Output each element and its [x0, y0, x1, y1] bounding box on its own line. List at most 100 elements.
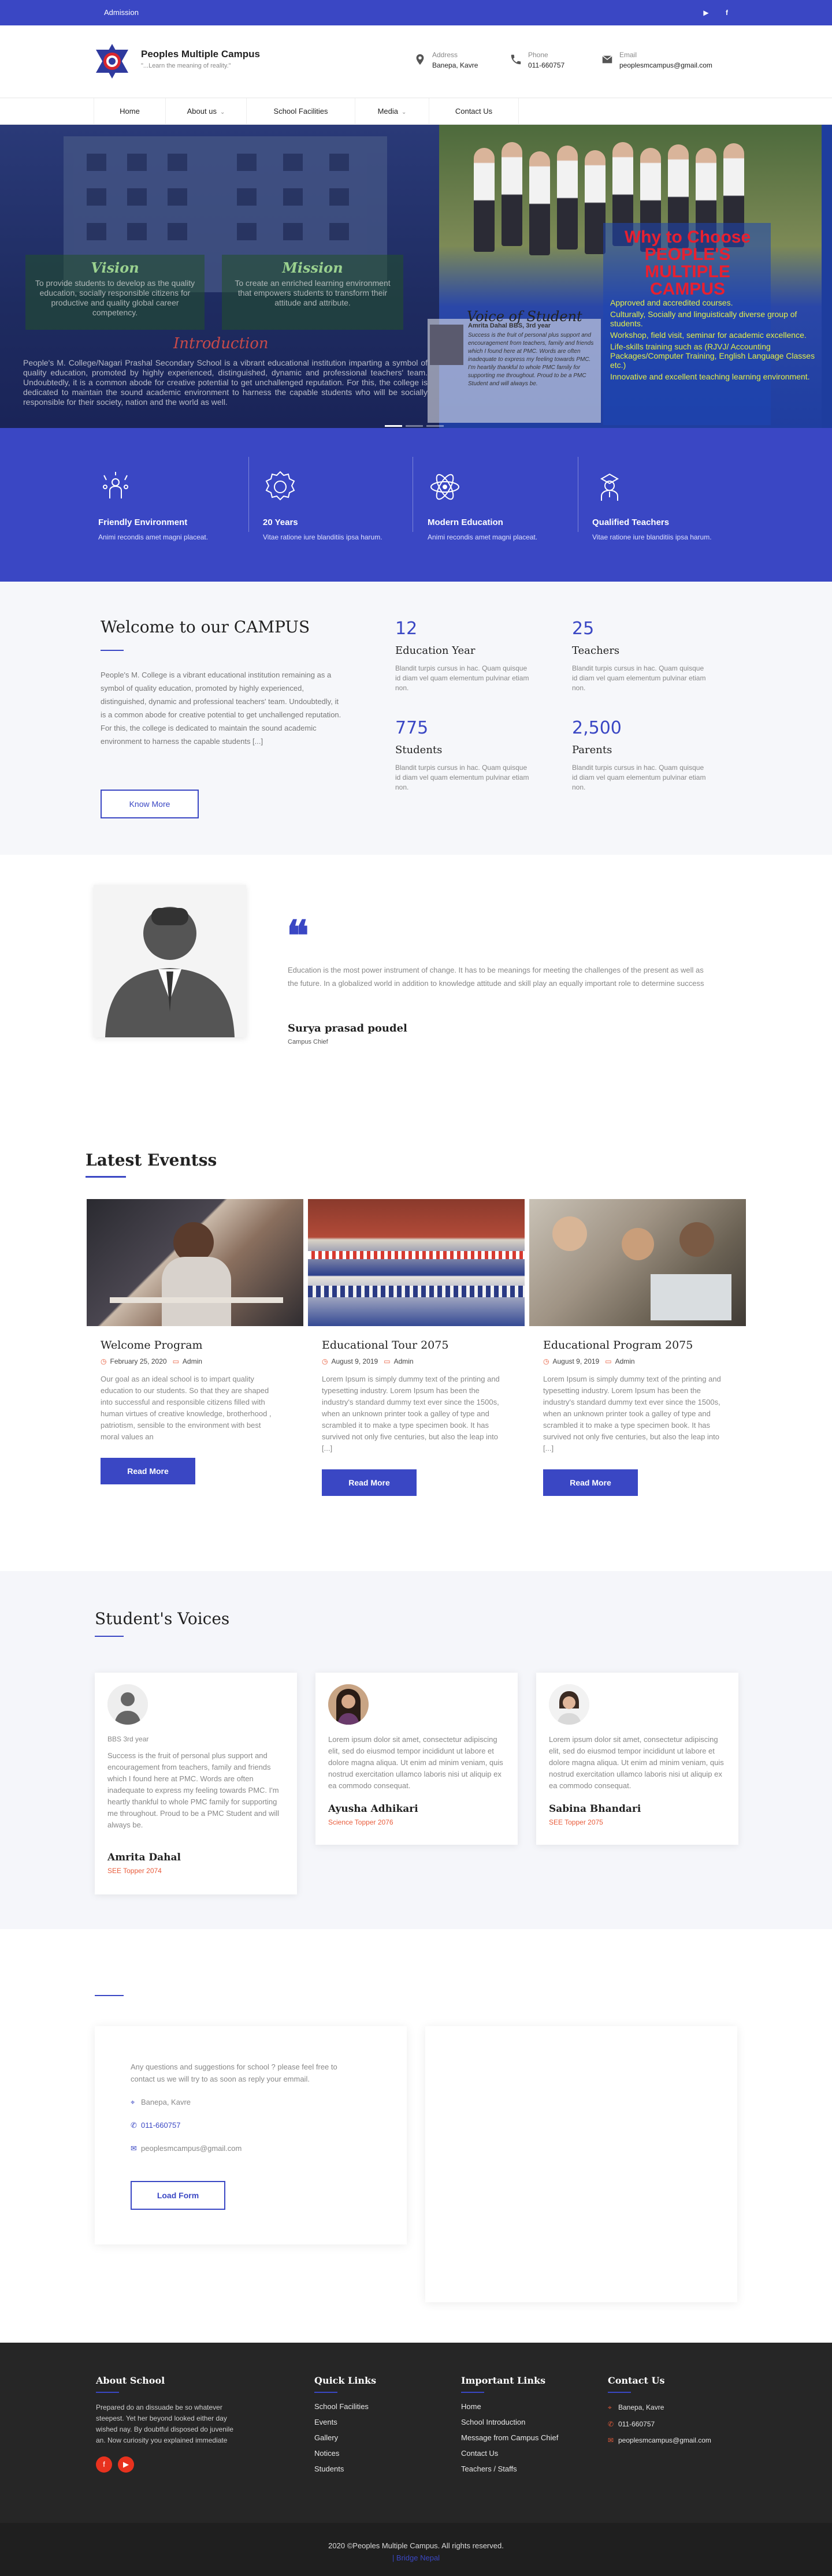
email-value[interactable]: peoplesmcampus@gmail.com: [619, 61, 712, 69]
campus-logo[interactable]: [94, 43, 131, 80]
hero-slider[interactable]: Vision To provide students to develop as…: [0, 125, 832, 428]
nav-item-contact-us[interactable]: Contact Us: [429, 98, 519, 125]
site-name: Peoples Multiple Campus: [141, 49, 260, 59]
student-subtitle: BBS 3rd year: [107, 1735, 149, 1743]
slider-dot[interactable]: [406, 425, 423, 427]
event-title[interactable]: Welcome Program: [101, 1339, 303, 1352]
why-choose-item: Approved and accredited courses.: [610, 298, 733, 307]
title-underline: [461, 2392, 484, 2393]
quote-author-name: Surya prasad poudel: [288, 1022, 407, 1034]
stat-education-year: 12 Education Year Blandit turpis cursus …: [395, 619, 545, 693]
event-meta: ◷ August 9, 2019 ▭ Admin: [543, 1357, 746, 1365]
footer-link[interactable]: School Introduction: [461, 2418, 558, 2426]
stat-label: Teachers: [572, 645, 620, 657]
youtube-icon[interactable]: ▶: [118, 2456, 134, 2473]
student-voices-section: Student's Voices BBS 3rd year Success is…: [0, 1571, 832, 1929]
footer-link[interactable]: Notices: [314, 2449, 376, 2458]
footer-link[interactable]: Events: [314, 2418, 376, 2426]
title-underline: [95, 1995, 124, 1996]
event-card: Welcome Program ◷ February 25, 2020 ▭ Admi…: [87, 1199, 303, 1484]
youtube-icon[interactable]: ▶: [700, 7, 712, 18]
event-author: Admin: [615, 1357, 635, 1365]
atom-icon: [430, 474, 459, 500]
event-meta: ◷ February 25, 2020 ▭ Admin: [101, 1357, 303, 1365]
footer-address: Banepa, Kavre: [618, 2403, 664, 2411]
vision-panel: Vision To provide students to develop as…: [25, 255, 205, 330]
voice-card: Lorem ipsum dolor sit amet, consectetur …: [536, 1673, 738, 1845]
nav-item-home[interactable]: Home: [94, 98, 165, 125]
student-photo: [430, 325, 463, 365]
phone-icon: [511, 54, 521, 65]
nav-item-about-us[interactable]: About us ⌄: [165, 98, 246, 125]
teacher-icon: [600, 473, 619, 501]
know-more-button[interactable]: Know More: [101, 790, 199, 818]
contact-address: Banepa, Kavre: [141, 2098, 191, 2106]
footer-contact: Contact Us ⌖ Banepa, Kavre ✆ 011-660757 ✉ p…: [608, 2375, 711, 2444]
voice-of-student-title: Voice of Student: [467, 308, 582, 325]
slider-dot[interactable]: [385, 425, 402, 427]
envelope-icon: ✉: [608, 2436, 614, 2444]
stat-teachers: 25 Teachers Blandit turpis cursus in hac…: [572, 619, 722, 693]
feature-qualified-teachers: Qualified Teachers Vitae ratione iure bl…: [592, 470, 725, 541]
vision-title: Vision: [91, 259, 139, 276]
stat-number: 2,500: [572, 718, 622, 738]
welcome-text: People's M. College is a vibrant educati…: [101, 671, 341, 746]
facebook-icon[interactable]: f: [721, 7, 733, 18]
voice-card: BBS 3rd year Success is the fruit of per…: [95, 1673, 297, 1894]
read-more-button[interactable]: Read More: [543, 1469, 638, 1496]
nav-item-media[interactable]: Media ⌄: [355, 98, 429, 125]
map-placeholder[interactable]: [425, 2026, 737, 2302]
event-image[interactable]: [529, 1199, 746, 1326]
stat-parents: 2,500 Parents Blandit turpis cursus in h…: [572, 718, 722, 792]
hero-slide-intro: Vision To provide students to develop as…: [0, 125, 439, 428]
feature-desc: Animi recondis amet magni placeat.: [98, 533, 209, 541]
footer-link[interactable]: School Facilities: [314, 2402, 376, 2411]
contact-email-row[interactable]: ✉ peoplesmcampus@gmail.com: [131, 2144, 242, 2153]
student-name: Sabina Bhandari: [549, 1803, 641, 1815]
student-testimonial: Success is the fruit of personal plus su…: [107, 1751, 280, 1829]
event-image[interactable]: [308, 1199, 525, 1326]
student-name: Ayusha Adhikari: [328, 1803, 418, 1815]
site-footer: About School Prepared do an dissuade be …: [0, 2343, 832, 2523]
nav-item-school-facilities[interactable]: School Facilities: [246, 98, 355, 125]
slider-dots[interactable]: [385, 419, 447, 428]
footer-link[interactable]: Teachers / Staffs: [461, 2465, 558, 2473]
footer-link[interactable]: Gallery: [314, 2433, 376, 2442]
event-title[interactable]: Educational Tour 2075: [322, 1339, 525, 1352]
location-pin-icon: ⌖: [131, 2098, 135, 2106]
nav-label: Home: [120, 107, 140, 116]
footer-quick-title: Quick Links: [314, 2375, 377, 2386]
footer-link[interactable]: Home: [461, 2402, 558, 2411]
footer-email-row[interactable]: ✉ peoplesmcampus@gmail.com: [608, 2436, 711, 2444]
mission-text: To create an enriched learning environme…: [235, 278, 391, 307]
why-choose-item: Workshop, field visit, seminar for acade…: [610, 330, 807, 340]
read-more-button[interactable]: Read More: [101, 1458, 195, 1484]
slider-dot[interactable]: [426, 425, 444, 427]
contact-phone-row[interactable]: ✆ 011-660757: [131, 2121, 180, 2130]
footer-link[interactable]: Students: [314, 2465, 376, 2473]
introduction-text: People's M. College/Nagari Prashal Secon…: [23, 358, 428, 407]
stat-desc: Blandit turpis cursus in hac. Quam quisq…: [572, 664, 706, 692]
stat-label: Students: [395, 744, 443, 756]
friendly-environment-icon: [103, 472, 128, 498]
student-role: SEE Topper 2075: [549, 1818, 603, 1826]
title-underline: [608, 2392, 631, 2393]
chevron-down-icon: ⌄: [220, 109, 225, 116]
footer-link[interactable]: Message from Campus Chief: [461, 2433, 558, 2442]
footer-address-row: ⌖ Banepa, Kavre: [608, 2403, 711, 2412]
event-title[interactable]: Educational Program 2075: [543, 1339, 746, 1352]
admission-link[interactable]: Admission: [104, 8, 139, 17]
footer-phone-row[interactable]: ✆ 011-660757: [608, 2420, 711, 2428]
load-form-button[interactable]: Load Form: [131, 2181, 225, 2210]
footer-quick-links: Quick Links School Facilities Events Gal…: [314, 2375, 376, 2473]
facebook-icon[interactable]: f: [96, 2456, 112, 2473]
footer-link[interactable]: Contact Us: [461, 2449, 558, 2458]
title-underline: [96, 2392, 119, 2393]
location-pin-icon: [416, 54, 424, 65]
event-date: August 9, 2019: [331, 1357, 378, 1365]
read-more-button[interactable]: Read More: [322, 1469, 417, 1496]
feature-20-years: 20 Years Vitae ratione iure blanditiis i…: [263, 470, 396, 541]
title-underline: [86, 1176, 126, 1178]
event-image[interactable]: [87, 1199, 303, 1326]
developer-credit[interactable]: | Bridge Nepal: [0, 2553, 832, 2562]
